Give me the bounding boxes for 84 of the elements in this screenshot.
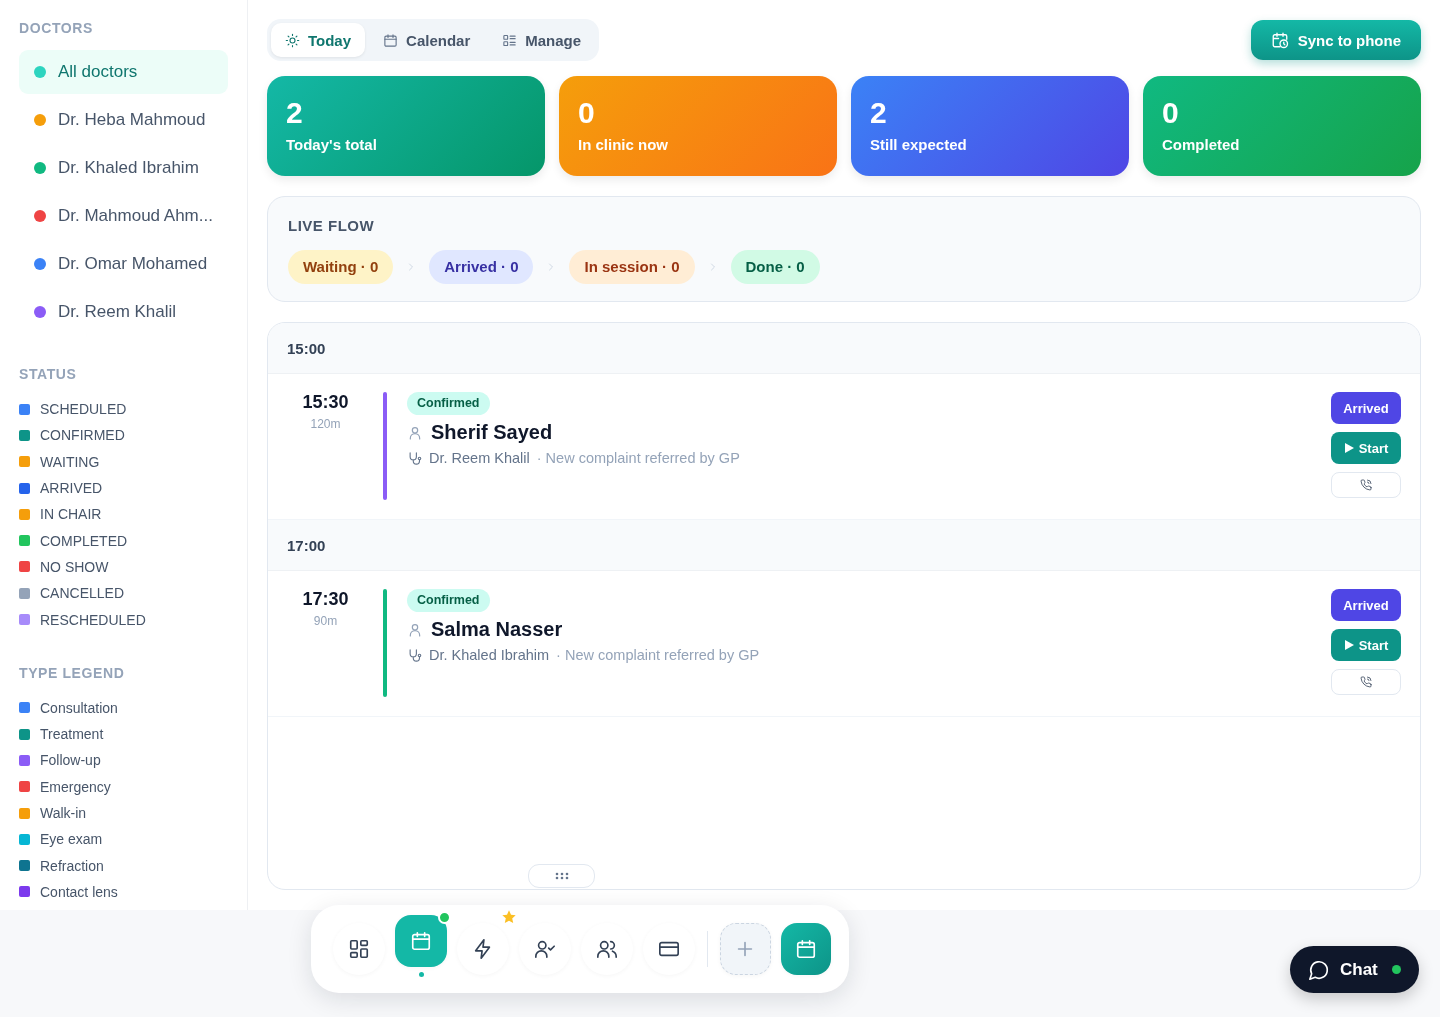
phone-icon [1360,676,1372,688]
legend-label: COMPLETED [40,532,128,549]
legend-label: Follow-up [40,752,101,769]
chat-icon [1308,958,1330,981]
section-title: DOCTORS [19,20,93,36]
play-icon [1343,443,1354,453]
patient-name: Salma Nasser [431,618,563,641]
section-title: LIVE FLOW [288,217,375,234]
status-badge: Confirmed [407,589,490,612]
legend-label: CONFIRMED [40,427,125,444]
arrived-button[interactable]: Arrived [1331,589,1401,621]
stat-label: Still expected [870,136,967,153]
doctor-filter-item[interactable]: All doctors [19,50,228,94]
grip-icon [554,872,569,880]
tab[interactable]: Calendar [369,23,485,57]
duration: 90m [313,614,338,628]
flow-stage-pill: In session · 0 [569,250,695,284]
person-icon [407,424,423,441]
doctor-name: Dr. Khaled Ibrahim [429,647,550,663]
legend-label: Eye exam [40,831,103,848]
user-check-icon [534,938,556,960]
doctor-filter-item[interactable]: Dr. Omar Mohamed [19,242,228,286]
flow-stage-pill: Done · 0 [730,250,820,284]
section-title: STATUS [19,366,77,382]
play-icon [1343,640,1354,650]
legend-label: CANCELLED [40,585,125,602]
doctor-filter-item[interactable]: Dr. Khaled Ibrahim [19,146,228,190]
stat-label: Today's total [286,136,377,153]
tab[interactable]: Manage [488,23,596,57]
legend-label: Walk-in [40,805,87,821]
stat-label: In clinic now [578,136,668,153]
legend-label: ARRIVED [40,480,103,497]
doctor-name: Dr. Reem Khalil [429,450,530,466]
hour-label: 17:00 [287,536,326,554]
sun-icon [285,32,300,48]
person-icon [407,621,423,638]
doctor-filter-item[interactable]: Dr. Reem Khalil [19,290,228,334]
stat-value: 0 [578,96,595,130]
stat-label: Completed [1162,136,1240,153]
start-button[interactable]: Start [1331,629,1401,661]
flow-stage-pill: Arrived · 0 [429,250,534,284]
list-icon [502,32,518,48]
stat-value: 2 [870,96,887,130]
arrived-button[interactable]: Arrived [1331,392,1401,424]
grid-icon [348,938,370,960]
chat-button[interactable]: Chat [1290,946,1419,993]
appointment-time: 15:30 [302,392,349,413]
patient-name: Sherif Sayed [431,421,553,444]
legend-label: SCHEDULED [40,401,127,418]
doctor-filter-item[interactable]: Dr. Mahmoud Ahm... [19,194,228,238]
legend-label: IN CHAIR [40,506,102,523]
hour-label: 15:00 [287,339,326,357]
calendar-icon [794,938,817,960]
stethoscope-icon [407,450,422,466]
calendar-clock-icon [1270,31,1289,49]
flow-stage-pill: Waiting · 0 [288,250,394,284]
stethoscope-icon [407,647,422,663]
legend-label: Contact lens [40,883,118,900]
section-title: TYPE LEGEND [19,664,125,681]
legend-label: NO SHOW [40,558,109,575]
drag-handle[interactable] [528,864,595,888]
active-indicator [419,972,424,977]
stat-value: 2 [286,96,303,130]
call-button[interactable] [1331,472,1401,498]
legend-label: WAITING [40,453,100,470]
legend-label: RESCHEDULED [40,611,146,628]
duration: 120m [310,417,341,431]
call-button[interactable] [1331,669,1401,695]
tab[interactable]: Today [271,23,366,57]
legend-label: Consultation [40,699,118,716]
appointment-time: 17:30 [302,589,349,610]
legend-label: Emergency [40,778,111,795]
calendar-icon [410,930,432,952]
legend-label: Treatment [40,726,104,743]
appointment-note: · New complaint referred by GP [536,450,740,466]
doctor-filter-item[interactable]: Dr. Heba Mahmoud [19,98,228,142]
stat-value: 0 [1162,96,1179,130]
appointment-note: · New complaint referred by GP [556,647,760,663]
legend-label: Refraction [40,857,104,874]
users-icon [596,938,618,960]
start-button[interactable]: Start [1331,432,1401,464]
phone-icon [1360,479,1372,491]
status-badge: Confirmed [407,392,490,415]
calendar-icon [383,32,399,48]
